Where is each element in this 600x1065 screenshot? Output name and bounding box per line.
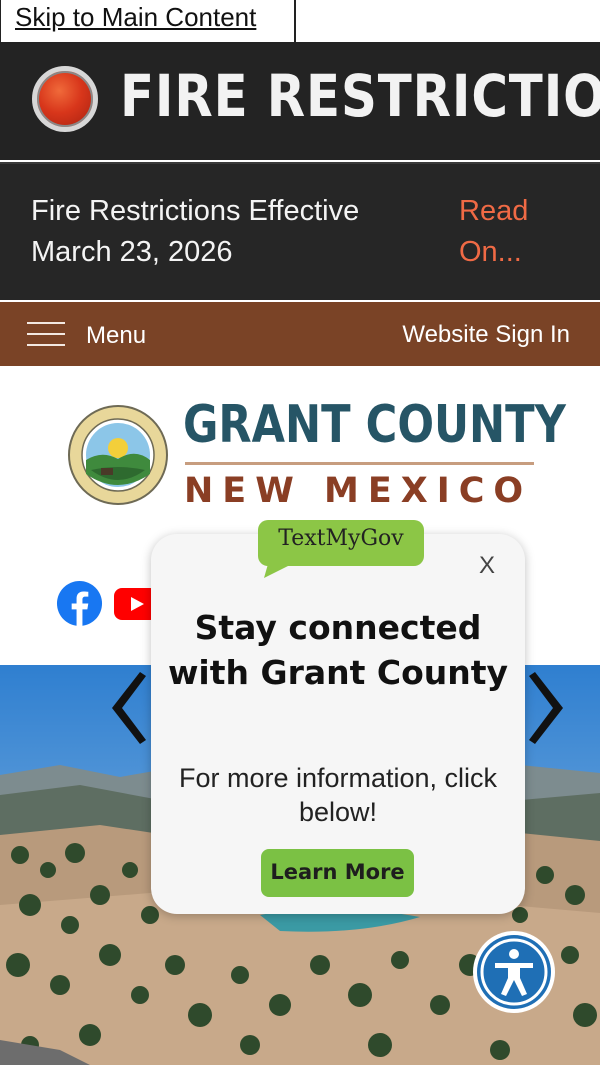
- accessibility-icon[interactable]: [472, 930, 556, 1014]
- alert-indicator-icon: [32, 66, 98, 132]
- textmygov-badge-label: TextMyGov: [278, 526, 404, 551]
- read-on-link[interactable]: Read On...: [459, 191, 569, 273]
- alert-title: FIRE RESTRICTIONS: [120, 62, 600, 130]
- state-name-subtitle: NEW MEXICO: [184, 471, 533, 511]
- alert-notice: Fire Restrictions Effective March 23, 20…: [0, 162, 600, 300]
- menu-button[interactable]: Menu: [86, 322, 146, 350]
- carousel-next-arrow-icon[interactable]: [527, 670, 567, 746]
- main-nav-bar: Menu Website Sign In: [0, 302, 600, 366]
- popup-close-button[interactable]: X: [474, 552, 500, 582]
- county-seal-logo[interactable]: [67, 404, 169, 506]
- popup-title: Stay connected with Grant County: [167, 608, 509, 692]
- learn-more-button[interactable]: Learn More: [261, 849, 414, 897]
- hamburger-menu-icon[interactable]: [27, 322, 65, 348]
- skip-to-main-content-link[interactable]: Skip to Main Content: [0, 0, 296, 44]
- logo-divider: [185, 462, 534, 465]
- website-sign-in-link[interactable]: Website Sign In: [402, 321, 570, 349]
- page: Skip to Main Content FIRE RESTRICTIONS F…: [0, 0, 600, 1065]
- alert-notice-text: Fire Restrictions Effective March 23, 20…: [31, 195, 360, 268]
- carousel-prev-arrow-icon[interactable]: [108, 670, 148, 746]
- facebook-icon[interactable]: [56, 580, 103, 627]
- popup-body-text: For more information, click below!: [178, 763, 498, 827]
- county-name-title[interactable]: GRANT COUNTY: [183, 395, 566, 455]
